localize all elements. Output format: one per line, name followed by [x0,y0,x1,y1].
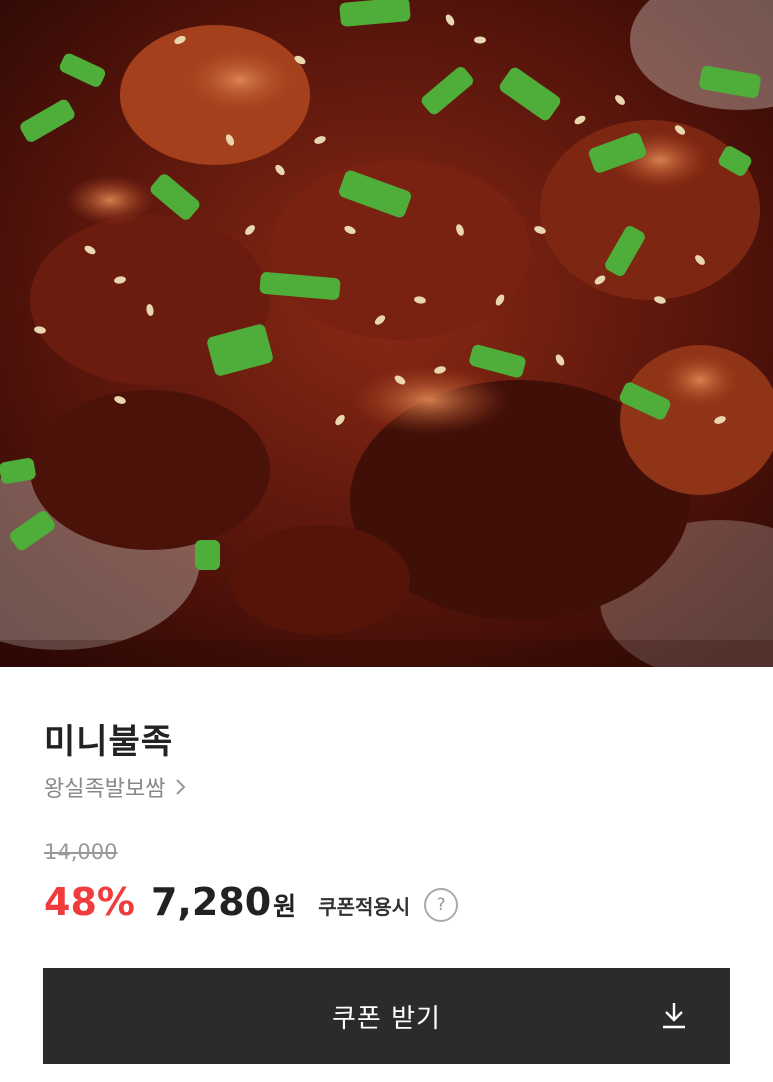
original-price: 14,000 [44,840,118,864]
food-photo [0,0,773,667]
store-link[interactable]: 왕실족발보쌈 [44,770,187,804]
chevron-right-icon [175,778,187,796]
store-name: 왕실족발보쌈 [44,777,166,802]
price-row: 48% 7,280 원 쿠폰적용시 ? [44,872,459,932]
download-icon [660,1000,688,1034]
get-coupon-button[interactable]: 쿠폰 받기 [43,968,730,1064]
help-icon[interactable]: ? [424,888,459,922]
get-coupon-label: 쿠폰 받기 [332,1003,441,1034]
product-title: 미니불족 [44,722,174,762]
coupon-applied-note: 쿠폰적용시 [318,894,411,919]
product-image [0,0,773,667]
discount-rate: 48% [44,880,135,924]
sale-price: 7,280 [150,880,272,924]
currency-unit: 원 [273,892,297,921]
